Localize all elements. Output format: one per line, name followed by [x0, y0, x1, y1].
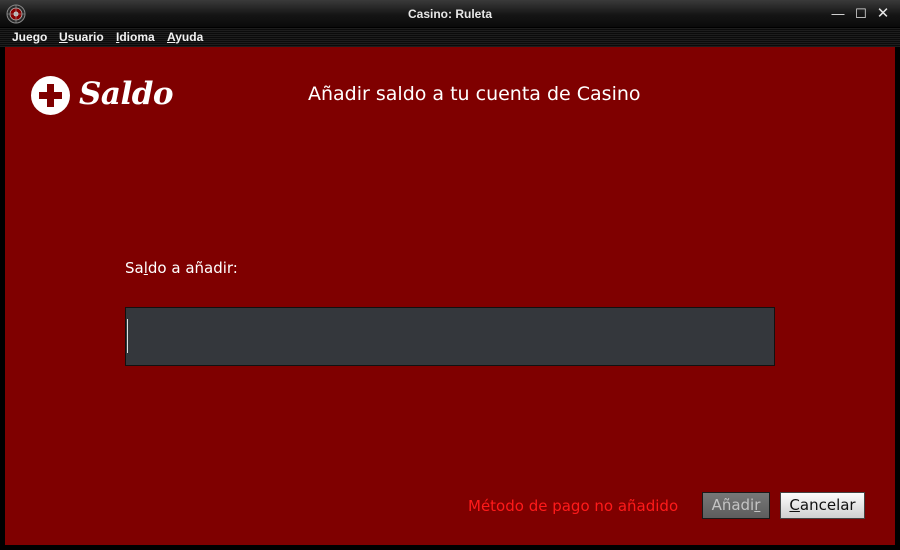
menu-ayuda[interactable]: Ayuda [167, 30, 203, 44]
minimize-button[interactable]: — [829, 5, 847, 23]
cancel-button-mnemonic: C [789, 496, 800, 514]
menu-juego-mnemonic: g [32, 30, 41, 44]
menu-idioma[interactable]: Idioma [116, 30, 155, 44]
menu-juego-label-post: o [40, 30, 48, 44]
menu-usuario-mnemonic: U [59, 30, 68, 44]
amount-label-post: do a añadir: [147, 259, 238, 277]
menu-juego-label-pre: Jue [12, 30, 33, 44]
maximize-button[interactable]: ☐ [852, 5, 870, 23]
add-balance-panel: Saldo Añadir saldo a tu cuenta de Casino… [5, 47, 895, 545]
plus-circle-icon [31, 76, 70, 115]
add-button-label-pre: Añadi [711, 496, 755, 514]
cancel-button[interactable]: Cancelar [780, 492, 865, 519]
menu-usuario-label-post: suario [67, 30, 104, 44]
menu-juego[interactable]: Juego [12, 30, 47, 44]
menu-idioma-label-post: dioma [119, 30, 155, 44]
close-button[interactable]: ✕ [874, 5, 892, 23]
window-title: Casino: Ruleta [407, 7, 492, 21]
amount-input[interactable] [125, 307, 775, 366]
cancel-button-label-post: ancelar [799, 496, 856, 514]
payment-status-message: Método de pago no añadido [468, 497, 679, 515]
add-button-mnemonic: r [754, 496, 761, 514]
menu-ayuda-label-post: yuda [175, 30, 204, 44]
menu-usuario[interactable]: Usuario [59, 30, 104, 44]
page-title: Añadir saldo a tu cuenta de Casino [308, 83, 641, 105]
saldo-logo: Saldo [31, 76, 174, 116]
app-window: Casino: Ruleta — ☐ ✕ Juego Usuario Idiom… [0, 0, 900, 550]
amount-label-pre: Sa [125, 259, 144, 277]
menu-bar: Juego Usuario Idioma Ayuda [0, 28, 900, 47]
amount-label: Saldo a añadir: [125, 259, 238, 277]
add-button[interactable]: Añadir [702, 492, 770, 519]
menu-ayuda-mnemonic: A [167, 30, 176, 44]
logo-text: Saldo [79, 76, 174, 112]
text-caret [127, 319, 128, 353]
title-bar[interactable]: Casino: Ruleta — ☐ ✕ [0, 0, 900, 28]
